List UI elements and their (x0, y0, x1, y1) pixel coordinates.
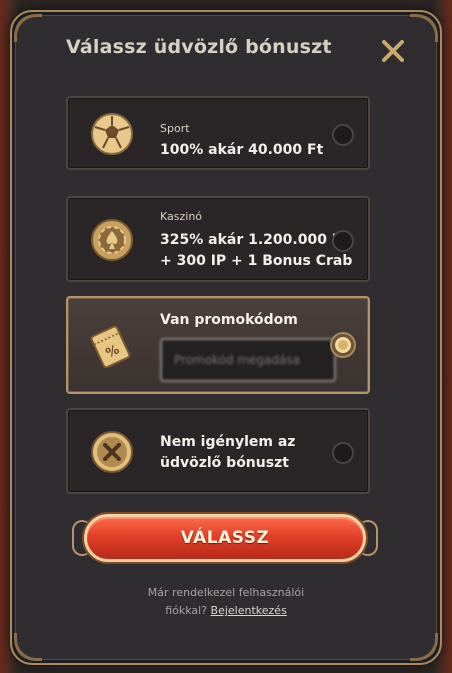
choose-button[interactable]: VÁLASSZ (84, 514, 366, 562)
modal-title: Válassz üdvözlő bónuszt (66, 36, 332, 58)
footer-text-line1: Már rendelkezel felhasználói (147, 586, 305, 599)
close-icon[interactable] (380, 38, 406, 64)
football-icon (88, 110, 136, 158)
bonus-option-casino[interactable]: Kaszinó 325% akár 1.200.000 Ft + 300 IP … (66, 196, 370, 282)
option-category: Kaszinó (160, 210, 203, 223)
bonus-option-promo-code[interactable]: % Van promokódom (66, 296, 370, 394)
frame-corner (410, 633, 438, 661)
casino-chip-icon (88, 216, 136, 264)
option-radio[interactable] (332, 230, 354, 252)
option-title-line2: + 300 IP + 1 Bonus Crab (160, 253, 353, 269)
option-radio-selected[interactable] (332, 334, 354, 356)
option-radio[interactable] (332, 442, 354, 464)
footer-prefix: fiókkal? (165, 604, 208, 617)
bonus-option-no-bonus[interactable]: Nem igénylem az üdvözlő bónuszt (66, 408, 370, 494)
frame-corner (14, 14, 42, 42)
option-title: 100% akár 40.000 Ft (160, 142, 324, 158)
no-bonus-icon (88, 428, 136, 476)
option-title-line2: üdvözlő bónuszt (160, 455, 289, 471)
promo-code-input[interactable] (160, 338, 336, 382)
ticket-icon: % (86, 322, 134, 370)
option-title: Van promokódom (160, 312, 298, 328)
bonus-option-sport[interactable]: Sport 100% akár 40.000 Ft (66, 96, 370, 170)
login-link[interactable]: Bejelentkezés (211, 604, 287, 617)
option-radio[interactable] (332, 124, 354, 146)
option-title: Nem igénylem az (160, 434, 296, 450)
option-title: 325% akár 1.200.000 Ft (160, 232, 349, 248)
frame-corner (14, 633, 42, 661)
footer-text-line2: fiókkal? Bejelentkezés (0, 604, 452, 617)
frame-corner (410, 14, 438, 42)
option-category: Sport (160, 122, 190, 135)
